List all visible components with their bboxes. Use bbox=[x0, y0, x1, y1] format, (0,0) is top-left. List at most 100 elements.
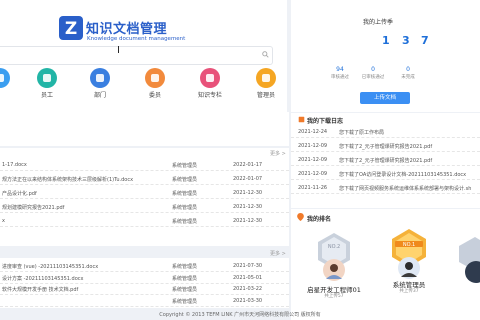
download-date: 2021-12-24 bbox=[298, 129, 328, 135]
doc-date: 2021-12-30 bbox=[233, 218, 263, 224]
log-icon bbox=[298, 116, 305, 123]
brand-title: 知识文档管理 bbox=[86, 22, 168, 37]
uploads-title: 我的上传季 bbox=[363, 19, 394, 26]
doc-date: 2022-01-17 bbox=[233, 162, 263, 168]
tag-icon bbox=[262, 74, 270, 82]
quick-nav: 员工 部门 委员 知识专栏 管理员 bbox=[0, 64, 287, 104]
download-text[interactable]: 您下载了网页视频服务系统运维体系系统部署与架构设计.sh bbox=[339, 185, 471, 192]
upload-button[interactable]: 上传文档 bbox=[360, 92, 410, 104]
table-row[interactable]: 规划建模研究报告2021.pdf 系统管理员 2021-12-30 bbox=[0, 202, 289, 213]
avatar bbox=[465, 261, 480, 283]
doc-owner: 系统管理员 bbox=[172, 287, 198, 293]
logo-icon: Z bbox=[59, 16, 83, 40]
download-row[interactable]: 2021-12-09 您下载了2_元子管理课研究报告2021.pdf bbox=[291, 141, 480, 152]
table-row[interactable]: x 系统管理员 2021-12-30 bbox=[0, 216, 289, 227]
download-text[interactable]: 您下载了原工作布局 bbox=[339, 129, 384, 136]
stat-label: 审核通过 bbox=[331, 75, 349, 80]
doc-owner: 系统管理员 bbox=[172, 163, 198, 169]
doc-date: 2021-07-30 bbox=[233, 263, 263, 269]
home-icon bbox=[0, 74, 4, 82]
table-row[interactable]: 1-17.docx 系统管理员 2022-01-17 bbox=[0, 160, 289, 171]
table-row[interactable]: 软件大规模开发手册 技术文档.pdf 系统管理员 2021-03-22 bbox=[0, 284, 289, 295]
ranking-panel: 我的排名 NO.2 启星开发工程师01 共上传57 NO.1 系统管理员 共上传… bbox=[291, 209, 480, 320]
avatar bbox=[323, 259, 345, 281]
nav-tile-user-icon[interactable] bbox=[37, 68, 57, 88]
doc-name[interactable]: 进度审查 (vue) -20211103145351.docx bbox=[2, 263, 98, 270]
nav-tile-label: 知识专栏 bbox=[197, 92, 222, 99]
doc-date: 2021-12-30 bbox=[233, 204, 263, 210]
doc-owner: 系统管理员 bbox=[172, 275, 198, 282]
doc-date: 2021-05-01 bbox=[233, 274, 263, 281]
download-log-panel: 我的下载日志 2021-12-24 您下载了原工作布局 2021-12-09 您下载了… bbox=[291, 113, 480, 208]
user-icon bbox=[43, 74, 51, 82]
brand-subtitle: Knowledge document management bbox=[87, 36, 186, 42]
recent-documents-panel: 更多 > 1-17.docx 系统管理员 2022-01-17 规方法正在以来结构体系… bbox=[0, 148, 289, 246]
more-link-2[interactable]: 更多 > bbox=[270, 250, 286, 257]
stat-label: 未完成 bbox=[401, 75, 415, 80]
doc-date: 2021-03-30 bbox=[233, 297, 263, 304]
download-date: 2021-12-09 bbox=[298, 157, 328, 163]
table-row[interactable]: 设计方案 -20211103145351.docx 系统管理员 2021-05-01 bbox=[0, 273, 289, 284]
stat-value: 0 bbox=[406, 66, 410, 73]
avatar bbox=[398, 257, 420, 279]
table-row[interactable]: 进度审查 (vue) -20211103145351.docx 系统管理员 2021… bbox=[0, 261, 289, 272]
doc-name[interactable]: 1-17.docx bbox=[2, 162, 27, 168]
nav-tile-label: 委员 bbox=[148, 92, 161, 99]
nav-tile-member-icon[interactable] bbox=[145, 68, 165, 88]
doc-name[interactable]: 软件大规模开发手册 技术文档.pdf bbox=[2, 286, 78, 293]
doc-owner: 系统管理员 bbox=[172, 177, 198, 183]
nav-tile-label: 部门 bbox=[93, 92, 106, 99]
table-row[interactable]: 产品设计化.pdf 系统管理员 2021-12-30 bbox=[0, 188, 289, 199]
download-row[interactable]: 2021-12-09 您下载了OA访问登录设计文档-20211103145351.… bbox=[291, 169, 480, 180]
upload-digit: 3 bbox=[402, 34, 410, 47]
search-icon[interactable] bbox=[262, 51, 269, 58]
download-date: 2021-12-09 bbox=[298, 143, 328, 149]
svg-text:NO.2: NO.2 bbox=[328, 244, 340, 250]
table-row[interactable]: 规方法正在以来结构体系统架构技术三层级解析(1)Tu.docx 系统管理员 2022… bbox=[0, 174, 289, 185]
upload-digit: 7 bbox=[421, 34, 429, 47]
download-row[interactable]: 2021-11-26 您下载了网页视频服务系统运维体系系统部署与架构设计.sh bbox=[291, 183, 480, 194]
nav-tile-home-icon[interactable] bbox=[0, 68, 10, 88]
download-text[interactable]: 您下载了OA访问登录设计文档-20211103145351.docx bbox=[339, 171, 466, 178]
stat-value: 94 bbox=[336, 66, 344, 73]
column-icon bbox=[206, 74, 214, 82]
doc-name[interactable]: 规划建模研究报告2021.pdf bbox=[2, 204, 64, 211]
doc-name[interactable]: 设计方案 -20211103145351.docx bbox=[2, 275, 83, 282]
department-icon bbox=[96, 74, 104, 82]
doc-date: 2021-12-30 bbox=[233, 190, 263, 196]
download-text[interactable]: 您下载了2_元子管理课研究报告2021.pdf bbox=[339, 157, 432, 164]
doc-owner: 系统管理员 bbox=[172, 264, 198, 270]
doc-owner: 系统管理员 bbox=[172, 191, 198, 197]
more-link[interactable]: 更多 > bbox=[270, 150, 286, 157]
svg-text:NO.1: NO.1 bbox=[403, 242, 415, 248]
nav-tile-department-icon[interactable] bbox=[90, 68, 110, 88]
other-documents-panel: 更多 > 进度审查 (vue) -20211103145351.docx 系统管理… bbox=[0, 251, 289, 308]
doc-name[interactable]: 规方法正在以来结构体系统架构技术三层级解析(1)Tu.docx bbox=[2, 176, 133, 183]
member-icon bbox=[151, 74, 159, 82]
location-pin-icon bbox=[297, 213, 304, 221]
ranking-title: 我的排名 bbox=[307, 216, 332, 223]
text-cursor-icon: I bbox=[117, 45, 120, 56]
upload-digit: 1 bbox=[382, 34, 390, 47]
nav-tile-column-icon[interactable] bbox=[200, 68, 220, 88]
spacer-panel bbox=[0, 112, 289, 146]
search-input[interactable] bbox=[0, 46, 273, 65]
download-date: 2021-12-09 bbox=[298, 171, 328, 177]
doc-name[interactable]: x bbox=[2, 218, 5, 224]
download-row[interactable]: 2021-12-09 您下载了2_元子管理课研究报告2021.pdf bbox=[291, 155, 480, 166]
stat-label: 已审核通过 bbox=[361, 75, 385, 80]
table-row[interactable]: 系统管理员 2021-03-30 bbox=[0, 296, 289, 307]
stat-value: 0 bbox=[371, 66, 375, 73]
rank-sub: 共上传57 bbox=[324, 294, 344, 299]
svg-text:Z: Z bbox=[65, 19, 77, 39]
doc-owner: 系统管理员 bbox=[172, 298, 198, 305]
footer-copyright: Copyright © 2013 TEFM LINK 广州市天河网络科技有限公司… bbox=[159, 312, 321, 318]
doc-name[interactable]: 产品设计化.pdf bbox=[2, 190, 37, 197]
nav-tile-tag-icon[interactable] bbox=[256, 68, 276, 88]
nav-tile-label: 员工 bbox=[40, 92, 53, 99]
rank-sub: 共上传37 bbox=[399, 289, 419, 294]
download-text[interactable]: 您下载了2_元子管理课研究报告2021.pdf bbox=[339, 143, 432, 150]
nav-tile-label: 管理员 bbox=[256, 92, 275, 99]
download-row[interactable]: 2021-12-24 您下载了原工作布局 bbox=[291, 127, 480, 138]
download-log-title: 我的下载日志 bbox=[307, 118, 344, 125]
